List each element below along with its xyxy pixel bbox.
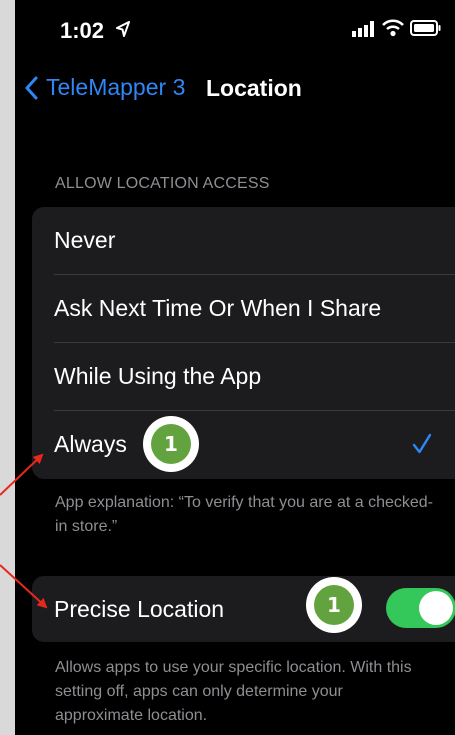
status-time: 1:02 bbox=[60, 18, 105, 43]
phone-screen: 1:02 TeleMapper 3 Location ALLOW LOCATIO… bbox=[15, 0, 455, 735]
option-label: Never bbox=[54, 227, 116, 253]
back-button-label: TeleMapper 3 bbox=[46, 74, 186, 100]
battery-icon bbox=[410, 20, 441, 36]
precise-location-toggle[interactable] bbox=[386, 588, 455, 628]
option-label: Ask Next Time Or When I Share bbox=[54, 295, 382, 321]
location-access-options: Never Ask Next Time Or When I Share Whil… bbox=[32, 207, 455, 479]
cellular-signal-icon bbox=[352, 21, 374, 37]
annotation-badge-precise: 1 bbox=[306, 577, 362, 633]
chevron-left-icon bbox=[25, 76, 38, 99]
option-label: While Using the App bbox=[54, 363, 262, 389]
annotation-badge-number: 1 bbox=[151, 424, 191, 464]
wifi-icon bbox=[382, 19, 404, 37]
precise-location-row: Precise Location bbox=[32, 576, 455, 642]
back-button[interactable]: TeleMapper 3 bbox=[25, 74, 185, 101]
section-header-location-access: ALLOW LOCATION ACCESS bbox=[55, 175, 270, 192]
option-never[interactable]: Never bbox=[32, 207, 455, 274]
option-always[interactable]: Always bbox=[32, 411, 455, 478]
precise-location-label: Precise Location bbox=[54, 595, 225, 622]
option-label: Always bbox=[54, 431, 127, 457]
annotation-badge-number: 1 bbox=[314, 585, 354, 625]
annotation-badge-always: 1 bbox=[143, 416, 199, 472]
app-explanation: App explanation: “To verify that you are… bbox=[55, 494, 433, 535]
checkmark-icon bbox=[412, 433, 432, 454]
option-while-using[interactable]: While Using the App bbox=[32, 343, 455, 410]
toggle-knob bbox=[419, 591, 453, 625]
precise-location-description: Allows apps to use your specific locatio… bbox=[55, 659, 412, 724]
page-title: Location bbox=[206, 75, 302, 101]
option-ask-next-time[interactable]: Ask Next Time Or When I Share bbox=[32, 275, 455, 342]
location-arrow-icon bbox=[116, 21, 130, 37]
